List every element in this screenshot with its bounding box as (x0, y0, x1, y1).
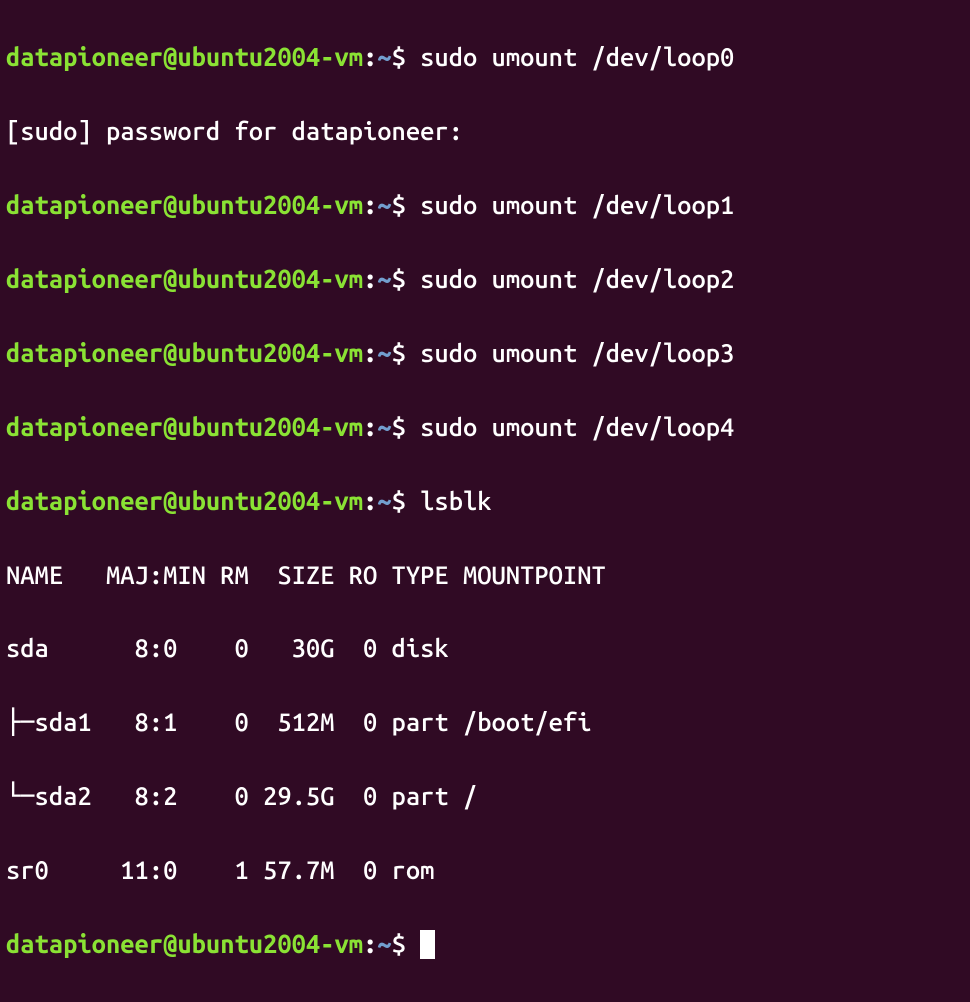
prompt-user: datapioneer (6, 42, 163, 71)
lsblk-header: NAME MAJ:MIN RM SIZE RO TYPE MOUNTPOINT (6, 557, 964, 594)
command-line-1: datapioneer@ubuntu2004-vm:~$ sudo umount… (6, 187, 964, 224)
command-text: sudo umount /dev/loop4 (420, 412, 734, 441)
command-text: sudo umount /dev/loop3 (420, 338, 734, 367)
lsblk-row: └─sda2 8:2 0 29.5G 0 part / (6, 778, 964, 815)
command-line-2: datapioneer@ubuntu2004-vm:~$ sudo umount… (6, 261, 964, 298)
sudo-password-prompt: [sudo] password for datapioneer: (6, 113, 964, 150)
command-line-5: datapioneer@ubuntu2004-vm:~$ lsblk (6, 483, 964, 520)
command-line-0: datapioneer@ubuntu2004-vm:~$ sudo umount… (6, 39, 964, 76)
prompt-host: ubuntu2004-vm (177, 42, 363, 71)
prompt-path: ~ (377, 42, 391, 71)
prompt-colon: : (363, 42, 377, 71)
command-line-3: datapioneer@ubuntu2004-vm:~$ sudo umount… (6, 335, 964, 372)
lsblk-row: sr0 11:0 1 57.7M 0 rom (6, 852, 964, 889)
command-text: lsblk (420, 486, 491, 515)
command-line-4: datapioneer@ubuntu2004-vm:~$ sudo umount… (6, 409, 964, 446)
command-text: sudo umount /dev/loop2 (420, 264, 734, 293)
lsblk-row: ├─sda1 8:1 0 512M 0 part /boot/efi (6, 704, 964, 741)
prompt-dollar: $ (392, 42, 421, 71)
command-text: sudo umount /dev/loop1 (420, 190, 734, 219)
command-line-current[interactable]: datapioneer@ubuntu2004-vm:~$ (6, 926, 964, 963)
prompt-at: @ (163, 42, 177, 71)
lsblk-row: sda 8:0 0 30G 0 disk (6, 630, 964, 667)
terminal-window[interactable]: datapioneer@ubuntu2004-vm:~$ sudo umount… (0, 0, 970, 1002)
cursor-icon (420, 930, 435, 959)
command-text: sudo umount /dev/loop0 (420, 42, 734, 71)
